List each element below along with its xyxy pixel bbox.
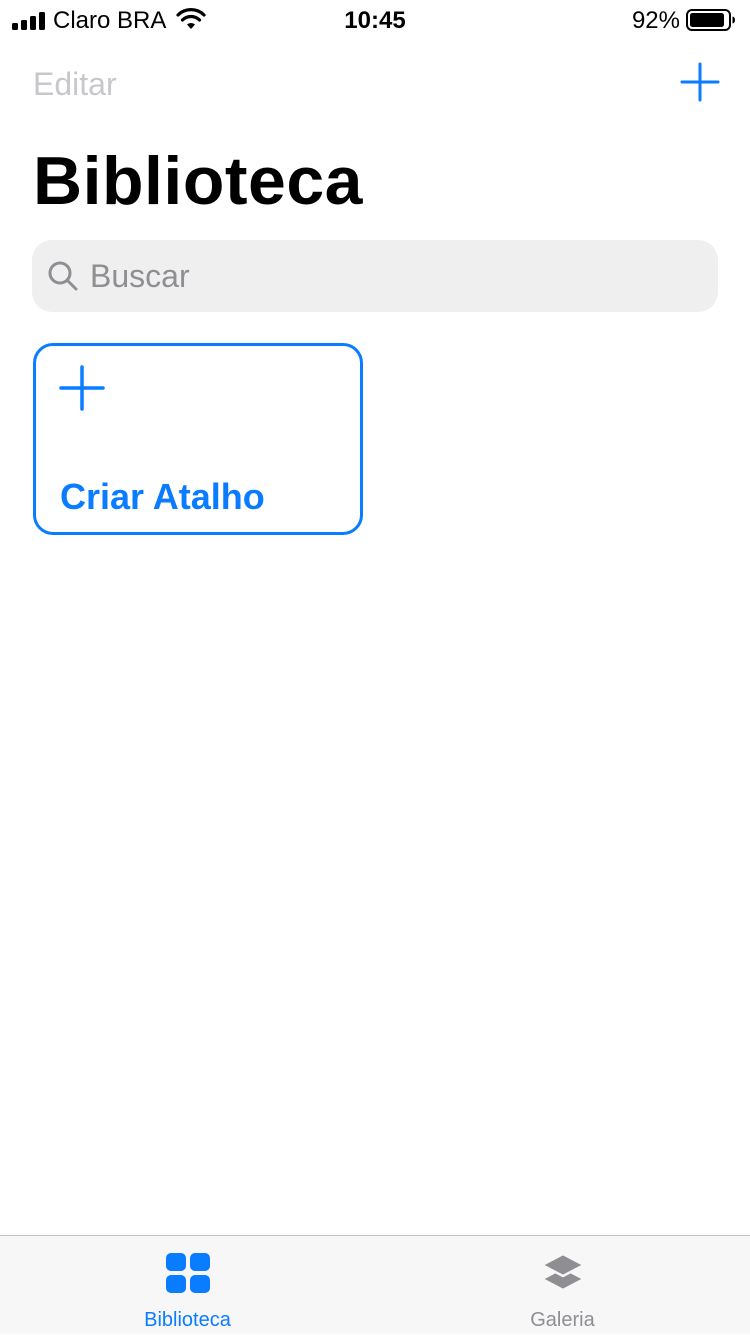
page-title: Biblioteca	[33, 143, 363, 219]
status-bar: Claro BRA 10:45 92%	[0, 0, 750, 40]
battery-icon	[686, 9, 735, 31]
search-input[interactable]	[90, 240, 690, 312]
tab-library-label: Biblioteca	[144, 1309, 231, 1331]
grid-icon	[165, 1253, 210, 1293]
search-icon	[48, 261, 78, 291]
search-bar[interactable]	[32, 240, 718, 312]
battery-percentage: 92%	[631, 7, 680, 34]
create-shortcut-label: Criar Atalho	[60, 476, 265, 517]
add-shortcut-button[interactable]	[680, 62, 720, 102]
layers-icon	[540, 1252, 585, 1292]
tab-bar: Biblioteca Galeria	[0, 1235, 750, 1334]
tab-gallery[interactable]: Galeria	[375, 1236, 750, 1335]
create-shortcut-card[interactable]: Criar Atalho	[33, 343, 363, 535]
tab-gallery-label: Galeria	[530, 1309, 595, 1331]
edit-button[interactable]: Editar	[33, 64, 117, 104]
plus-icon	[680, 62, 720, 102]
plus-icon	[59, 365, 105, 411]
tab-library[interactable]: Biblioteca	[0, 1236, 375, 1335]
